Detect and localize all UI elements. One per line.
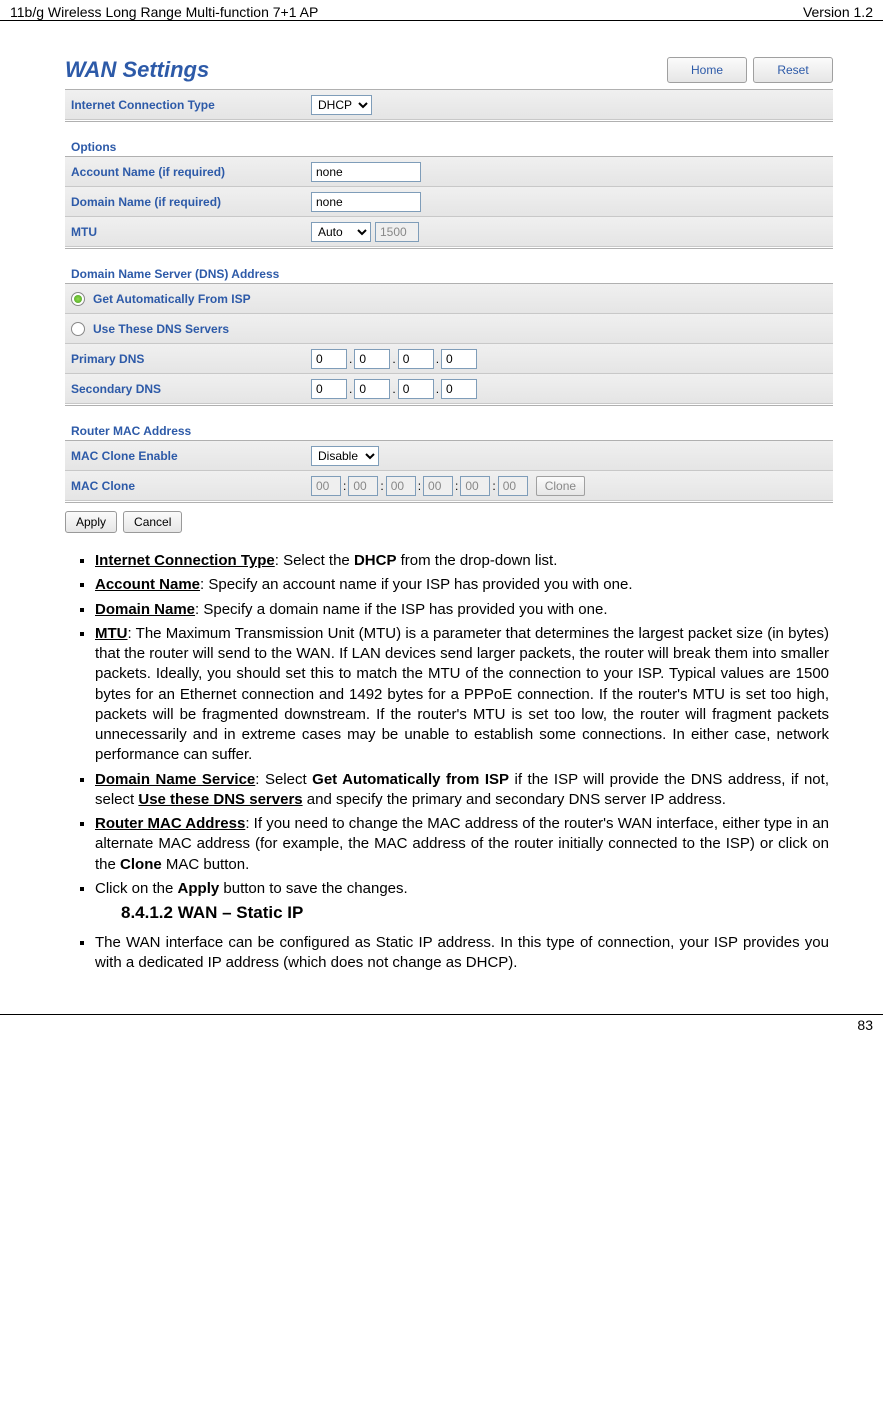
router-mac-header: Router MAC Address <box>65 416 833 441</box>
li-mac: Router MAC Address: If you need to chang… <box>95 814 829 875</box>
account-label: Account Name (if required) <box>71 165 311 179</box>
mac-enable-select[interactable]: Disable <box>311 446 379 466</box>
li-account: Account Name: Specify an account name if… <box>95 575 829 595</box>
li-apply: Click on the Apply button to save the ch… <box>95 879 829 899</box>
li-ict: Internet Connection Type: Select the DHC… <box>95 551 829 571</box>
primary-dns-b[interactable] <box>354 349 390 369</box>
primary-dns-a[interactable] <box>311 349 347 369</box>
home-button[interactable]: Home <box>667 57 747 83</box>
panel-title: WAN Settings <box>65 57 209 83</box>
ict-select[interactable]: DHCP <box>311 95 372 115</box>
mac-clone-label: MAC Clone <box>71 479 311 493</box>
subheading: 8.4.1.2 WAN – Static IP <box>121 903 833 923</box>
mtu-label: MTU <box>71 225 311 239</box>
doc-header: 11b/g Wireless Long Range Multi-function… <box>0 0 883 21</box>
account-input[interactable] <box>311 162 421 182</box>
doc-header-right: Version 1.2 <box>803 4 873 20</box>
primary-dns-d[interactable] <box>441 349 477 369</box>
secondary-dns-label: Secondary DNS <box>71 382 311 396</box>
mtu-mode-select[interactable]: Auto <box>311 222 371 242</box>
mac-f <box>498 476 528 496</box>
secondary-dns-a[interactable] <box>311 379 347 399</box>
options-header: Options <box>65 132 833 157</box>
ict-label: Internet Connection Type <box>71 98 311 112</box>
reset-button[interactable]: Reset <box>753 57 833 83</box>
mtu-value-input <box>375 222 419 242</box>
mac-a <box>311 476 341 496</box>
clone-button[interactable]: Clone <box>536 476 585 496</box>
secondary-dns-c[interactable] <box>398 379 434 399</box>
radio-off-icon <box>71 322 85 336</box>
doc-header-left: 11b/g Wireless Long Range Multi-function… <box>10 4 318 20</box>
body-list-2: The WAN interface can be configured as S… <box>65 933 829 974</box>
li-dns: Domain Name Service: Select Get Automati… <box>95 770 829 811</box>
page-number: 83 <box>857 1017 873 1033</box>
dns-header: Domain Name Server (DNS) Address <box>65 259 833 284</box>
dns-radio-auto[interactable]: Get Automatically From ISP <box>71 292 827 306</box>
secondary-dns-d[interactable] <box>441 379 477 399</box>
secondary-dns-b[interactable] <box>354 379 390 399</box>
dns-radio-auto-label: Get Automatically From ISP <box>93 292 251 306</box>
mac-c <box>386 476 416 496</box>
radio-on-icon <box>71 292 85 306</box>
cancel-button[interactable]: Cancel <box>123 511 182 533</box>
mac-d <box>423 476 453 496</box>
mac-enable-label: MAC Clone Enable <box>71 449 311 463</box>
apply-button[interactable]: Apply <box>65 511 117 533</box>
wan-settings-panel: WAN Settings Home Reset Internet Connect… <box>65 51 833 533</box>
mac-e <box>460 476 490 496</box>
primary-dns-c[interactable] <box>398 349 434 369</box>
dns-radio-manual[interactable]: Use These DNS Servers <box>71 322 827 336</box>
li-domain: Domain Name: Specify a domain name if th… <box>95 600 829 620</box>
primary-dns-label: Primary DNS <box>71 352 311 366</box>
li-mtu: MTU: The Maximum Transmission Unit (MTU)… <box>95 624 829 766</box>
mac-b <box>348 476 378 496</box>
domain-label: Domain Name (if required) <box>71 195 311 209</box>
dns-radio-manual-label: Use These DNS Servers <box>93 322 229 336</box>
li-static: The WAN interface can be configured as S… <box>95 933 829 974</box>
body-list: Internet Connection Type: Select the DHC… <box>65 551 829 899</box>
domain-input[interactable] <box>311 192 421 212</box>
